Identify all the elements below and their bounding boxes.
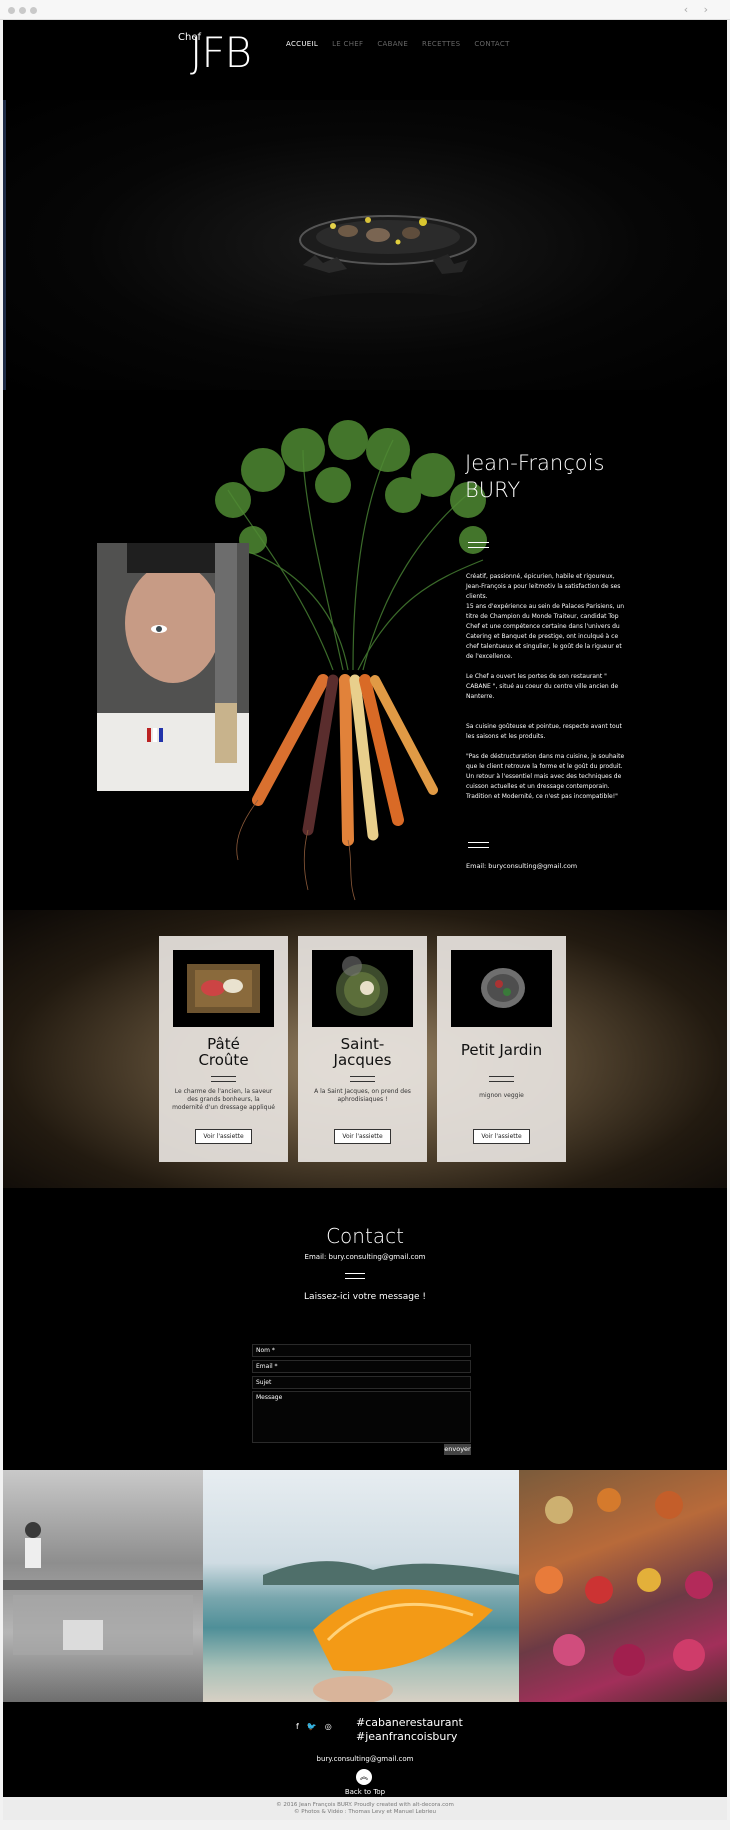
name-field[interactable]: Nom * <box>252 1344 471 1357</box>
dish-image <box>451 950 552 1027</box>
browser-nav-arrows[interactable]: ‹ › <box>684 3 714 16</box>
hashtag-cabane[interactable]: #cabanerestaurant <box>356 1716 463 1730</box>
hashtag-jfb[interactable]: #jeanfrancoisbury <box>356 1730 463 1744</box>
window-dot[interactable] <box>8 7 15 14</box>
dish-card: Saint- Jacques A la Saint Jacques, on pr… <box>298 936 427 1162</box>
double-rule <box>211 1076 236 1082</box>
hero-banner <box>3 100 727 390</box>
dish-description: mignon veggie <box>479 1092 524 1099</box>
chef-last-name: BURY <box>465 478 521 502</box>
contact-email[interactable]: Email: bury.consulting@gmail.com <box>3 1253 727 1261</box>
double-rule <box>350 1076 375 1082</box>
menu-item-accueil[interactable]: ACCUEIL <box>286 40 318 48</box>
photo-gallery <box>3 1470 727 1704</box>
dish-title: Pâté Croûte <box>159 1036 288 1068</box>
copyright-bar: © 2016 Jean François BURY. Proudly creat… <box>3 1797 727 1820</box>
web-page: Chef JFB ACCUEIL LE CHEF CABANE RECETTES… <box>3 20 727 1820</box>
window-dot[interactable] <box>30 7 37 14</box>
view-dish-button[interactable]: Voir l'assiette <box>195 1129 252 1144</box>
bio-paragraph: Créatif, passionné, épicurien, habile et… <box>466 573 621 600</box>
bio-paragraph: 15 ans d'expérience au sein de Palaces P… <box>466 603 625 660</box>
credits-text: © Photos & Vidéo : Thomas Levy et Manuel… <box>293 1809 437 1815</box>
logo[interactable]: JFB <box>190 28 252 77</box>
double-rule <box>489 1076 514 1082</box>
double-rule <box>468 542 489 548</box>
subject-field[interactable]: Sujet <box>252 1376 471 1389</box>
send-button[interactable]: envoyer <box>444 1444 471 1455</box>
site-footer: f 🐦 ◎ #cabanerestaurant #jeanfrancoisbur… <box>3 1702 727 1797</box>
double-rule <box>468 842 489 848</box>
view-dish-button[interactable]: Voir l'assiette <box>473 1129 530 1144</box>
hashtags: #cabanerestaurant #jeanfrancoisbury <box>356 1716 463 1744</box>
kitchen-photo[interactable] <box>3 1470 203 1702</box>
dish-description: A la Saint Jacques, on prend des aphrodi… <box>314 1088 411 1103</box>
window-dot[interactable] <box>19 7 26 14</box>
instagram-icon[interactable]: ◎ <box>325 1722 332 1731</box>
dishes-section: Pâté Croûte Le charme de l'ancien, la sa… <box>3 910 727 1188</box>
about-section: Jean-François BURY Créatif, passionné, é… <box>3 390 727 910</box>
main-menu: ACCUEIL LE CHEF CABANE RECETTES CONTACT <box>286 40 510 48</box>
dish-title-line: Pâté <box>207 1035 240 1053</box>
dish-description: Le charme de l'ancien, la saveur des gra… <box>172 1088 275 1111</box>
twitter-icon[interactable]: 🐦 <box>307 1722 317 1731</box>
bio-paragraph: Sa cuisine goûteuse et pointue, respecte… <box>466 723 622 740</box>
browser-window: ‹ › Chef JFB ACCUEIL LE CHEF CABANE RECE… <box>0 0 730 1830</box>
menu-item-cabane[interactable]: CABANE <box>377 40 408 48</box>
dish-card: Pâté Croûte Le charme de l'ancien, la sa… <box>159 936 288 1162</box>
chef-first-name: Jean-François <box>465 451 605 475</box>
contact-message-heading: Laissez-ici votre message ! <box>304 1292 426 1302</box>
dish-image <box>173 950 274 1027</box>
about-email[interactable]: Email: buryconsulting@gmail.com <box>466 862 577 870</box>
double-rule <box>345 1273 365 1279</box>
bio-paragraph: "Pas de déstructuration dans ma cuisine,… <box>466 753 625 800</box>
dish-card: Petit Jardin mignon veggie Voir l'assiet… <box>437 936 566 1162</box>
hero-plate-image <box>293 215 483 317</box>
dish-image <box>312 950 413 1027</box>
browser-chrome: ‹ › <box>0 0 730 20</box>
back-to-top-icon[interactable]: ︽ <box>356 1769 372 1785</box>
chef-portrait-image <box>97 543 249 791</box>
dish-title-line: Saint- <box>340 1035 385 1053</box>
social-links: f 🐦 ◎ <box>296 1722 332 1731</box>
menu-item-recettes[interactable]: RECETTES <box>422 40 460 48</box>
dish-title: Petit Jardin <box>437 1042 566 1058</box>
copyright-text: © 2016 Jean François BURY. Proudly creat… <box>276 1802 454 1808</box>
chef-name: Jean-François BURY <box>465 450 604 504</box>
dish-title-line: Petit Jardin <box>460 1041 543 1059</box>
message-field[interactable]: Message <box>252 1391 471 1443</box>
facebook-icon[interactable]: f <box>296 1722 299 1731</box>
dish-title-line: Jacques <box>333 1051 392 1069</box>
market-photo[interactable] <box>519 1470 727 1702</box>
contact-title: Contact <box>326 1224 404 1248</box>
bio-paragraph: Le Chef a ouvert les portes de son resta… <box>466 673 619 700</box>
site-header: Chef JFB ACCUEIL LE CHEF CABANE RECETTES… <box>3 20 727 100</box>
footer-email[interactable]: bury.consulting@gmail.com <box>3 1755 727 1763</box>
menu-item-contact[interactable]: CONTACT <box>474 40 509 48</box>
email-field[interactable]: Email * <box>252 1360 471 1373</box>
dish-title-line: Croûte <box>198 1051 249 1069</box>
contact-section: Contact Email: bury.consulting@gmail.com… <box>3 1188 727 1470</box>
dish-title: Saint- Jacques <box>298 1036 427 1068</box>
back-to-top-label[interactable]: Back to Top <box>3 1788 727 1796</box>
menu-item-le-chef[interactable]: LE CHEF <box>332 40 363 48</box>
view-dish-button[interactable]: Voir l'assiette <box>334 1129 391 1144</box>
orange-beach-photo[interactable] <box>203 1470 519 1704</box>
